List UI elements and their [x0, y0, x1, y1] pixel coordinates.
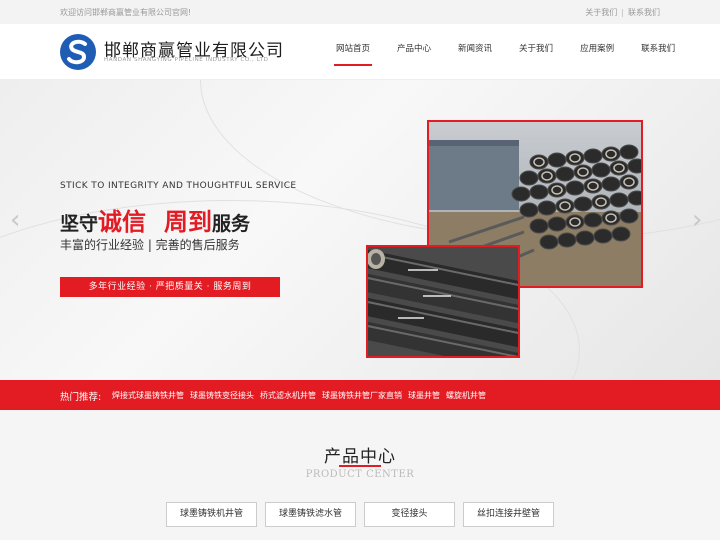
- main-nav: 网站首页 产品中心 新闻资讯 关于我们 应用案例 联系我们: [333, 42, 702, 66]
- pipe-closeup-photo: [366, 245, 520, 358]
- slogan-subtitle: 丰富的行业经验 | 完善的售后服务: [60, 238, 240, 252]
- welcome-text: 欢迎访问邯郸商赢管业有限公司官网!: [60, 8, 192, 17]
- slogan-feature-bar: 多年行业经验 · 严把质量关 · 服务周到: [60, 277, 280, 297]
- hot-link[interactable]: 桥式滤水机井管: [260, 390, 316, 401]
- banner-prev-arrow-icon[interactable]: ‹: [10, 205, 20, 235]
- slogan-main: 坚守诚信 周到服务: [60, 202, 250, 237]
- title-underline: [339, 465, 381, 467]
- nav-cases[interactable]: 应用案例: [580, 42, 614, 66]
- header: 邯郸商赢管业有限公司 HANDAN SHANGYING PIPELINE IND…: [0, 24, 720, 80]
- nav-contact[interactable]: 联系我们: [641, 42, 675, 66]
- pipe-closeup-image: [368, 247, 518, 356]
- slogan-integrity: 诚信: [98, 208, 147, 236]
- top-link-about[interactable]: 关于我们: [585, 8, 617, 17]
- top-link-contact[interactable]: 联系我们: [628, 8, 660, 17]
- product-center-section: 产品中心 PRODUCT CENTER 球墨铸铁机井管 球墨铸铁滤水管 变径接头…: [0, 410, 720, 540]
- category-button[interactable]: 球墨铸铁机井管: [166, 502, 257, 527]
- category-button[interactable]: 丝扣连接井壁管: [463, 502, 554, 527]
- nav-about[interactable]: 关于我们: [519, 42, 553, 66]
- company-name-en: HANDAN SHANGYING PIPELINE INDUSTRY CO., …: [104, 57, 269, 63]
- slogan-english: STICK TO INTEGRITY AND THOUGHTFUL SERVIC…: [60, 181, 297, 191]
- hot-link[interactable]: 球墨井管: [408, 390, 440, 401]
- product-category-tabs: 球墨铸铁机井管 球墨铸铁滤水管 变径接头 丝扣连接井壁管: [166, 502, 562, 527]
- company-logo-icon[interactable]: [60, 34, 96, 70]
- slogan-part1: 坚守: [60, 213, 99, 235]
- nav-news[interactable]: 新闻资讯: [458, 42, 492, 66]
- nav-products[interactable]: 产品中心: [397, 42, 431, 66]
- logo-swirl-icon: [61, 35, 95, 69]
- hot-link[interactable]: 球墨铸铁变径接头: [190, 390, 254, 401]
- category-button[interactable]: 球墨铸铁滤水管: [265, 502, 356, 527]
- hero-banner: ‹ › STICK TO INTEGRITY AND THOUGHTFUL SE…: [0, 80, 720, 380]
- section-title: 产品中心: [324, 447, 396, 467]
- section-subtitle: PRODUCT CENTER: [305, 469, 415, 480]
- category-button[interactable]: 变径接头: [364, 502, 455, 527]
- hot-label: 热门推荐:: [60, 392, 102, 403]
- top-links: 关于我们 | 联系我们: [585, 8, 660, 17]
- hot-link[interactable]: 螺旋机井管: [446, 390, 486, 401]
- top-bar: 欢迎访问邯郸商赢管业有限公司官网! 关于我们 | 联系我们: [0, 0, 720, 24]
- hot-link[interactable]: 焊接式球墨铸铁井管: [112, 390, 184, 401]
- banner-next-arrow-icon[interactable]: ›: [692, 205, 702, 235]
- slogan-thoughtful: 周到: [164, 208, 213, 236]
- slogan-part2: 服务: [212, 213, 251, 235]
- hot-recommend-bar: 热门推荐: 焊接式球墨铸铁井管 球墨铸铁变径接头 桥式滤水机井管 球墨铸铁井管厂…: [0, 380, 720, 410]
- nav-home[interactable]: 网站首页: [333, 42, 373, 66]
- hot-links: 焊接式球墨铸铁井管 球墨铸铁变径接头 桥式滤水机井管 球墨铸铁井管厂家直销 球墨…: [112, 390, 492, 401]
- hot-link[interactable]: 球墨铸铁井管厂家直销: [322, 390, 402, 401]
